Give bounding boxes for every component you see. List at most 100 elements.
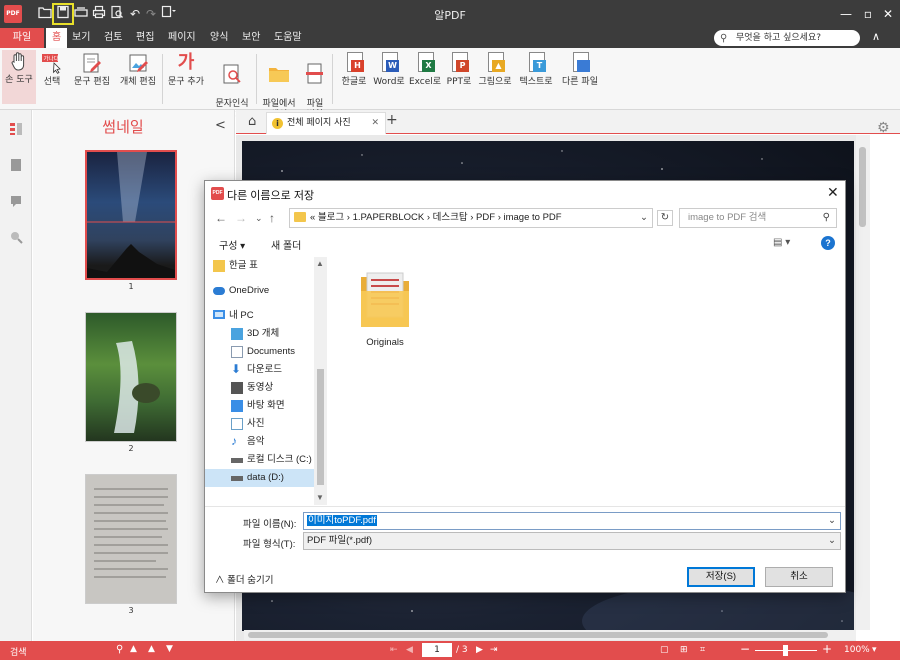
horizontal-scrollbar[interactable]	[244, 630, 856, 640]
maximize-button[interactable]: ▫	[858, 4, 878, 24]
find-previous-icon[interactable]: ▲	[130, 644, 137, 654]
print-icon[interactable]	[90, 5, 108, 23]
organize-button[interactable]: 구성 ▾	[219, 237, 245, 252]
customize-toolbar-icon[interactable]	[160, 5, 178, 23]
scroll-up-icon[interactable]: ▲	[316, 259, 324, 268]
back-arrow-icon[interactable]: ←	[215, 211, 227, 225]
menu-view[interactable]: 보기	[66, 28, 96, 48]
address-dropdown-icon[interactable]: ⌄	[640, 209, 648, 227]
save-icon[interactable]	[52, 3, 74, 25]
nav-item-onedrive[interactable]: OneDrive	[213, 282, 269, 300]
close-tab-icon[interactable]: ✕	[371, 113, 379, 133]
dialog-close-button[interactable]: ✕	[827, 184, 839, 201]
edit-text-button[interactable]: 문구 편집	[70, 52, 114, 88]
page-thumbnail[interactable]	[85, 150, 177, 280]
hide-folders-toggle[interactable]: ∧ 폴더 숨기기	[215, 572, 273, 586]
nav-item-3d-objects[interactable]: 3D 개체	[231, 325, 279, 343]
nav-item-this-pc[interactable]: 내 PC	[213, 307, 254, 325]
help-icon[interactable]: ?	[821, 236, 835, 250]
nav-item-music[interactable]: ♪ 음악	[231, 433, 264, 451]
find-icon[interactable]: ⚲	[116, 644, 123, 655]
comment-icon[interactable]	[9, 194, 23, 208]
redo-icon[interactable]: ↷	[142, 5, 160, 23]
zoom-slider-knob[interactable]	[783, 645, 788, 656]
minimize-button[interactable]: —	[836, 4, 856, 24]
grid-view-icon[interactable]: ⊞	[680, 645, 688, 655]
to-ppt-button[interactable]: P PPT로	[444, 52, 474, 88]
feature-search-input[interactable]: ⚲ 무엇을 하고 싶으세요?	[714, 30, 860, 46]
first-page-icon[interactable]: ⇤	[390, 645, 398, 655]
vertical-scrollbar[interactable]	[856, 135, 870, 630]
menu-edit[interactable]: 편집	[130, 28, 160, 48]
new-folder-button[interactable]: 새 폴더	[271, 237, 301, 252]
up-arrow-icon[interactable]: ↑	[269, 211, 275, 225]
nav-item-data-d[interactable]: data (D:)	[205, 469, 314, 487]
filename-input[interactable]: 이미지toPDF.pdf ⌄	[303, 512, 841, 530]
gear-icon[interactable]: ⚙	[877, 120, 890, 136]
nav-item-hangul-table[interactable]: 한글 표	[213, 257, 258, 275]
last-page-icon[interactable]: ⇥	[490, 645, 498, 655]
menu-review[interactable]: 검토	[98, 28, 128, 48]
open-folder-icon[interactable]	[36, 5, 54, 23]
edit-object-button[interactable]: 개체 편집	[116, 52, 160, 88]
collapse-panel-icon[interactable]: <	[215, 118, 226, 133]
nav-item-desktop[interactable]: 바탕 화면	[231, 397, 285, 415]
menu-form[interactable]: 양식	[204, 28, 234, 48]
page-thumbnail[interactable]	[85, 312, 177, 442]
thumbnail-view-icon[interactable]	[9, 122, 23, 136]
view-options-icon[interactable]: ▤ ▾	[773, 237, 790, 248]
nav-item-downloads[interactable]: ⬇ 다운로드	[231, 361, 282, 379]
refresh-icon[interactable]: ↻	[657, 210, 673, 226]
scroll-down-icon[interactable]: ▼	[316, 493, 324, 502]
menu-file[interactable]: 파일	[0, 28, 44, 48]
fit-page-icon[interactable]: ⌗	[700, 645, 705, 655]
menu-page[interactable]: 페이지	[162, 28, 202, 48]
new-tab-icon[interactable]: +	[386, 112, 398, 128]
cancel-button[interactable]: 취소	[765, 567, 833, 587]
to-image-button[interactable]: ▲ 그림으로	[476, 52, 514, 88]
folder-item[interactable]: Originals	[329, 257, 441, 357]
nav-item-documents[interactable]: Documents	[231, 343, 295, 361]
to-other-file-button[interactable]: 다른 파일	[558, 52, 602, 88]
save-button[interactable]: 저장(S)	[687, 567, 755, 587]
filetype-dropdown-icon[interactable]: ⌄	[828, 533, 836, 549]
home-icon[interactable]: ⌂	[248, 114, 256, 129]
to-excel-button[interactable]: X Excel로	[408, 52, 442, 88]
zoom-level[interactable]: 100%	[844, 645, 870, 655]
recent-locations-icon[interactable]: ⌄	[255, 213, 263, 224]
filename-dropdown-icon[interactable]: ⌄	[828, 513, 836, 529]
to-word-button[interactable]: W Word로	[372, 52, 406, 88]
address-bar[interactable]: « 블로그 › 1.PAPERBLOCK › 데스크탑 › PDF › imag…	[289, 208, 653, 228]
to-text-button[interactable]: T 텍스트로	[516, 52, 556, 88]
single-page-view-icon[interactable]: ▢	[660, 645, 669, 655]
navigation-scrollbar[interactable]: ▲ ▼	[314, 257, 327, 505]
page-thumbnail[interactable]	[85, 474, 177, 604]
menu-help[interactable]: 도움말	[268, 28, 308, 48]
document-tab[interactable]: i 전체 페이지 사진 ✕	[266, 112, 386, 134]
next-page-icon[interactable]: ▶	[476, 645, 483, 655]
select-tool-button[interactable]: 가나다 선택	[38, 52, 66, 88]
zoom-out-icon[interactable]: −	[740, 642, 750, 656]
filetype-select[interactable]: PDF 파일(*.pdf) ⌄	[303, 532, 841, 550]
print-preview-icon[interactable]	[108, 5, 126, 23]
menu-security[interactable]: 보안	[236, 28, 266, 48]
bookmark-icon[interactable]	[9, 158, 23, 172]
hand-tool-button[interactable]: 손 도구	[2, 50, 36, 104]
nav-item-local-disk-c[interactable]: 로컬 디스크 (C:)	[231, 451, 312, 469]
zoom-in-icon[interactable]: +	[822, 642, 832, 656]
zoom-dropdown-icon[interactable]: ▾	[872, 645, 877, 655]
find-up-icon[interactable]: ▲	[148, 644, 155, 654]
collapse-ribbon-icon[interactable]: ∧	[872, 30, 880, 43]
close-button[interactable]: ✕	[878, 4, 898, 24]
search-status-label[interactable]: 검색	[10, 645, 27, 658]
scan-icon[interactable]	[72, 5, 90, 23]
previous-page-icon[interactable]: ◀	[406, 645, 413, 655]
folder-search-input[interactable]: image to PDF 검색 ⚲	[679, 208, 837, 228]
search-panel-icon[interactable]	[9, 230, 23, 244]
nav-item-videos[interactable]: 동영상	[231, 379, 273, 397]
forward-arrow-icon[interactable]: →	[235, 211, 247, 225]
find-next-icon[interactable]: ▼	[166, 644, 173, 654]
to-hwp-button[interactable]: H 한글로	[336, 52, 372, 88]
nav-item-pictures[interactable]: 사진	[231, 415, 264, 433]
add-text-button[interactable]: 가 문구 추가	[166, 52, 206, 88]
